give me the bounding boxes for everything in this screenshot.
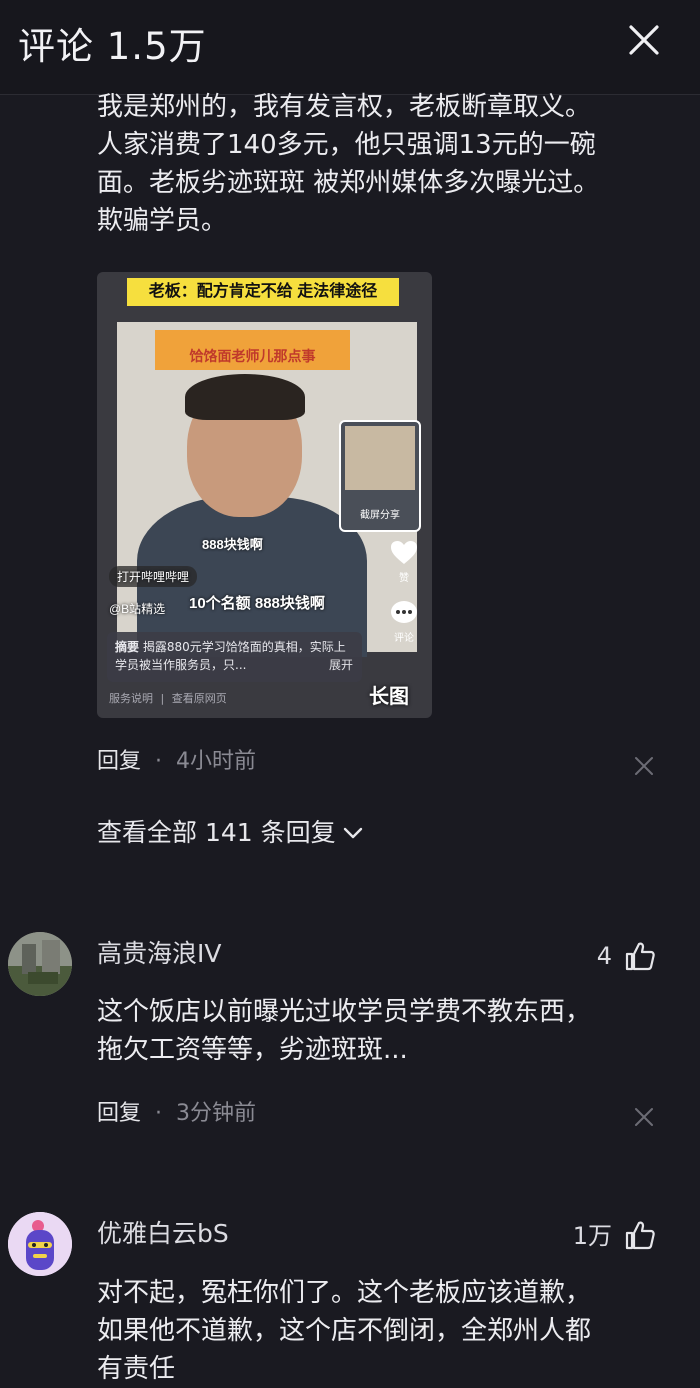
comment-bubble-icon: 评论	[389, 600, 419, 644]
reply-button[interactable]: 回复	[97, 1098, 141, 1130]
comment-image[interactable]: 老板：配方肯定不给 走法律途径 饸饹面老师儿那点事 888块钱啊 打开哔哩哔哩 …	[97, 272, 432, 718]
comment-line: 拖欠工资等等，劣迹斑斑...	[97, 1035, 408, 1065]
username[interactable]: 高贵海浪IV	[97, 936, 221, 972]
comment-meta: 回复 · 3分钟前	[97, 1098, 256, 1130]
separator-dot: ·	[155, 1101, 163, 1126]
ai-summary-box: 摘要 揭露880元学习饸饹面的真相，实际上学员被当作服务员，只...	[107, 632, 362, 682]
comment-line: 对不起，冤枉你们了。这个老板应该道歉，	[97, 1278, 592, 1308]
separator-dot: ·	[155, 749, 163, 774]
timestamp: 3分钟前	[176, 1101, 257, 1126]
close-icon[interactable]	[624, 20, 664, 60]
screenshot-thumbnail: 截屏分享	[339, 420, 421, 532]
video-caption: 888块钱啊	[202, 537, 263, 552]
thumbnail-image	[345, 426, 415, 490]
view-all-label: 查看全部 141 条回复	[97, 818, 336, 847]
close-icon[interactable]	[634, 1107, 654, 1127]
comment-line: 人家消费了140多元，他只强调13元的一碗	[97, 130, 596, 160]
comment-line: 有责任	[97, 1354, 176, 1384]
page-title: 评论 1.5万	[18, 25, 207, 68]
thumbs-up-icon[interactable]	[624, 1219, 656, 1251]
comments-header: 评论 1.5万	[0, 0, 700, 95]
comment-line: 欺骗学员。	[97, 206, 228, 236]
comment-line: 我是郑州的，我有发言权，老板断章取义。	[97, 92, 592, 122]
image-banner-text: 老板：配方肯定不给 走法律途径	[127, 278, 399, 306]
ai-title: 摘要	[115, 640, 140, 654]
close-icon[interactable]	[634, 756, 654, 776]
username[interactable]: 优雅白云bS	[97, 1216, 229, 1252]
service-link: 服务说明	[109, 692, 153, 705]
screenshot-share-label: 截屏分享	[360, 510, 400, 521]
comment-line: 面。老板劣迹斑斑 被郑州媒体多次曝光过。	[97, 168, 600, 198]
person-hair	[185, 374, 305, 420]
thumbs-up-icon[interactable]	[624, 940, 656, 972]
avatar[interactable]	[8, 932, 72, 996]
chevron-down-icon	[343, 827, 362, 839]
ai-expand-link: 展开	[329, 658, 354, 672]
comment-line: 这个饭店以前曝光过收学员学费不教东西，	[97, 997, 592, 1027]
comment-meta: 回复 · 4小时前	[97, 746, 256, 778]
ai-summary: 揭露880元学习饸饹面的真相，实际上学员被当作服务员，只...	[115, 640, 346, 672]
comment-body: 这个饭店以前曝光过收学员学费不教东西， 拖欠工资等等，劣迹斑斑...	[97, 993, 657, 1069]
long-image-tag: 长图	[369, 684, 409, 708]
like-count: 4	[596, 942, 612, 970]
comment-line: 如果他不道歉，这个店不倒闭，全郑州人都	[97, 1316, 592, 1346]
comment-body: 我是郑州的，我有发言权，老板断章取义。 人家消费了140多元，他只强调13元的一…	[97, 88, 657, 240]
like-count: 1万	[572, 1222, 612, 1250]
open-app-link: 打开哔哩哔哩	[109, 566, 198, 587]
like-label: 赞	[399, 573, 409, 584]
comment-label: 评论	[394, 633, 414, 644]
video-caption: 10个名额 888块钱啊	[189, 595, 325, 612]
view-original-link: 查看原网页	[171, 692, 227, 705]
view-all-replies-button[interactable]: 查看全部 141 条回复	[97, 815, 364, 851]
shop-sign: 饸饹面老师儿那点事	[155, 330, 350, 370]
reply-button[interactable]: 回复	[97, 746, 141, 778]
source-label: @B站精选	[109, 602, 166, 616]
heart-icon: 赞	[389, 540, 419, 584]
image-footer: 服务说明 | 查看原网页	[109, 692, 227, 705]
avatar[interactable]	[8, 1212, 72, 1276]
comment-body: 对不起，冤枉你们了。这个老板应该道歉， 如果他不道歉，这个店不倒闭，全郑州人都 …	[97, 1274, 657, 1388]
timestamp: 4小时前	[176, 749, 257, 774]
